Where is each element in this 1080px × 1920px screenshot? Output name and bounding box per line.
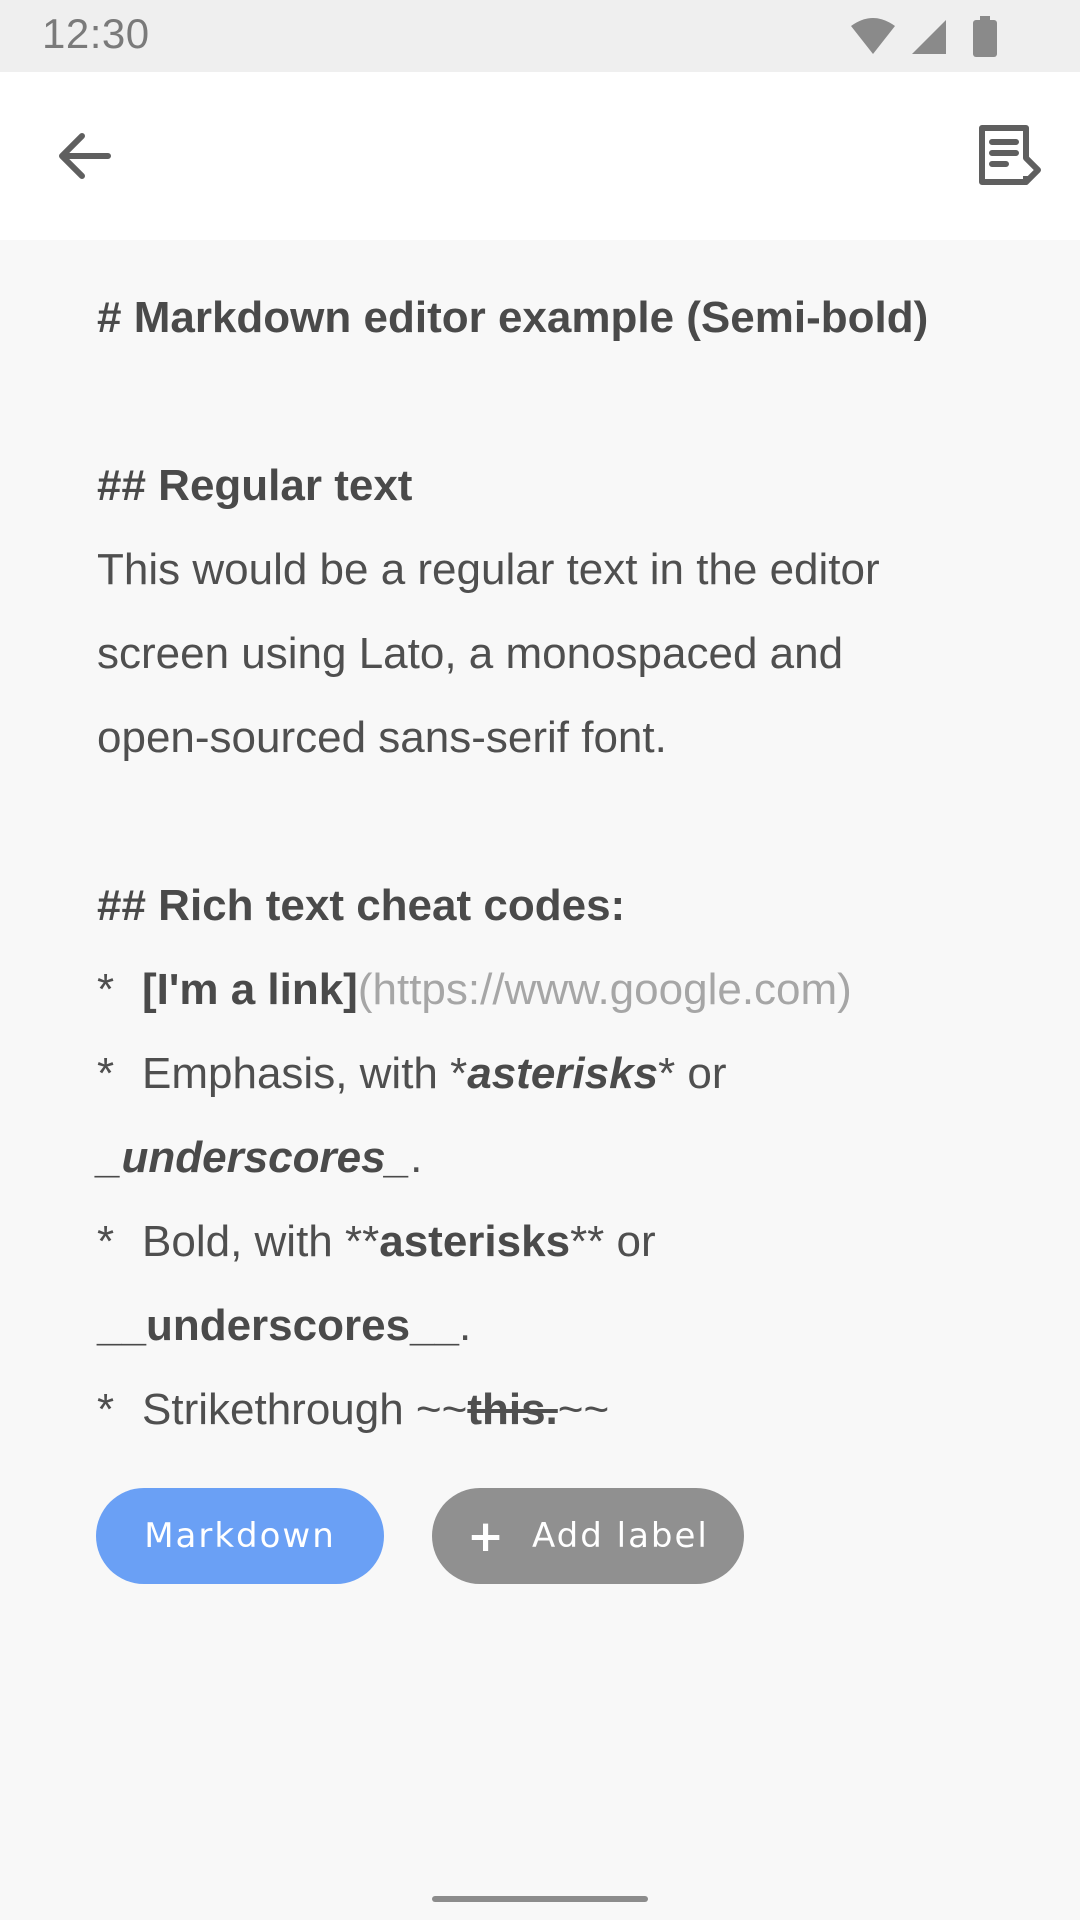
app-bar [0, 72, 1080, 240]
markdown-chip[interactable]: Markdown [96, 1488, 384, 1584]
plus-icon: + [467, 1510, 506, 1562]
emphasis-prefix: Emphasis, with * [142, 1049, 468, 1098]
bullet-marker: * [97, 1217, 115, 1266]
regular-text-line: screen using Lato, a monospaced and [97, 629, 844, 678]
arrow-left-icon [59, 133, 111, 179]
status-icons [850, 16, 1040, 57]
markdown-chip-label: Markdown [144, 1516, 336, 1556]
back-button[interactable] [52, 124, 116, 188]
status-bar: 12:30 [0, 0, 1080, 72]
battery-icon [972, 16, 998, 63]
bullet-marker: * [97, 1385, 115, 1434]
list-item-link: * [I'm a link](https://www.google.com) [97, 948, 997, 1032]
preview-button[interactable] [976, 122, 1044, 190]
strike-word: this. [467, 1385, 558, 1434]
home-indicator[interactable] [432, 1896, 648, 1902]
heading-2-regular: ## Regular text [97, 461, 413, 510]
add-label-button[interactable]: + Add label [432, 1488, 744, 1584]
strike-suffix: ~~ [557, 1385, 610, 1434]
list-item-bold-cont: __underscores__. [97, 1284, 997, 1368]
emphasis-suffix: * or [658, 1049, 727, 1098]
link-text[interactable]: [I'm a link] [142, 965, 358, 1014]
heading-2-rich: ## Rich text cheat codes: [97, 881, 626, 930]
strike-prefix: Strikethrough ~~ [142, 1385, 468, 1434]
bold-word: asterisks [379, 1217, 571, 1266]
regular-text-line: open-sourced sans-serif font. [97, 713, 667, 762]
bullet-marker: * [97, 1049, 115, 1098]
document-preview-icon [979, 125, 1041, 185]
status-time: 12:30 [42, 10, 150, 57]
list-item-emphasis: * Emphasis, with *asterisks* or [97, 1032, 997, 1116]
period: . [410, 1133, 423, 1182]
emphasis-word: asterisks [467, 1049, 659, 1098]
list-item-strikethrough: * Strikethrough ~~this.~~ [97, 1368, 997, 1452]
add-label-text: Add label [532, 1516, 709, 1556]
wifi-icon [850, 16, 896, 61]
heading-1: # Markdown editor example (Semi-bold) [97, 293, 929, 342]
link-url[interactable]: (https://www.google.com) [358, 965, 852, 1014]
bold-prefix: Bold, with ** [142, 1217, 380, 1266]
markdown-editor[interactable]: # Markdown editor example (Semi-bold) ##… [97, 276, 997, 1452]
bold-underscores: __underscores__ [97, 1301, 459, 1350]
list-item-emphasis-cont: _underscores_. [97, 1116, 997, 1200]
cell-signal-icon [910, 16, 948, 61]
emphasis-underscores: _underscores_ [97, 1133, 411, 1182]
regular-text-line: This would be a regular text in the edit… [97, 545, 880, 594]
period: . [459, 1301, 472, 1350]
bullet-marker: * [97, 965, 115, 1014]
bold-suffix: ** or [570, 1217, 656, 1266]
list-item-bold: * Bold, with **asterisks** or [97, 1200, 997, 1284]
